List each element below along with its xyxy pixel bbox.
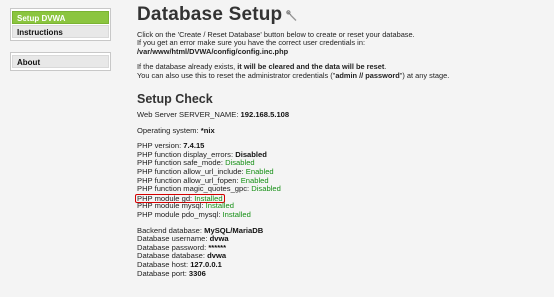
database-port-row: Database port: 3306 <box>137 268 206 278</box>
php-magic-quotes-row: PHP function magic_quotes_gpc: Disabled <box>137 184 281 194</box>
intro-text: Click on the 'Create / Reset Database' b… <box>137 30 547 56</box>
sidebar-item-about[interactable]: About <box>12 55 109 68</box>
os-row: Operating system: *nix <box>137 125 215 135</box>
server-name-value: 192.168.5.108 <box>240 110 290 120</box>
sidebar-item-instructions[interactable]: Instructions <box>12 25 109 38</box>
status-value: Installed <box>222 209 251 219</box>
status-value: Disabled <box>251 184 281 194</box>
title-row: Database Setup <box>137 4 547 26</box>
php-module-pdo-mysql-row: PHP module pdo_mysql: Installed <box>137 209 251 219</box>
sidebar-item-setup-dvwa[interactable]: Setup DVWA <box>12 11 109 24</box>
intro-reset-text: If the database already exists, it will … <box>137 63 547 80</box>
main-content: Database Setup Click on the 'Create / Re… <box>135 4 547 278</box>
intro-line-4: You can also use this to reset the admin… <box>137 70 450 80</box>
page-title: Database Setup <box>137 4 283 25</box>
config-path: /var/www/html/DVWA/config/config.inc.php <box>137 46 289 56</box>
wrench-icon <box>286 9 298 21</box>
setup-check-list: Web Server SERVER_NAME: 192.168.5.108 Op… <box>135 110 547 278</box>
sidebar: Setup DVWA Instructions About <box>10 8 111 82</box>
dvwa-page: Setup DVWA Instructions About Database S… <box>0 0 554 297</box>
db-value: 3306 <box>188 268 206 278</box>
admin-credentials: admin // password <box>335 70 400 80</box>
server-name-row: Web Server SERVER_NAME: 192.168.5.108 <box>137 110 290 120</box>
setup-check-heading: Setup Check <box>137 92 213 107</box>
os-value: *nix <box>200 125 215 135</box>
about-menu: About <box>10 52 111 71</box>
main-menu: Setup DVWA Instructions <box>10 8 111 41</box>
